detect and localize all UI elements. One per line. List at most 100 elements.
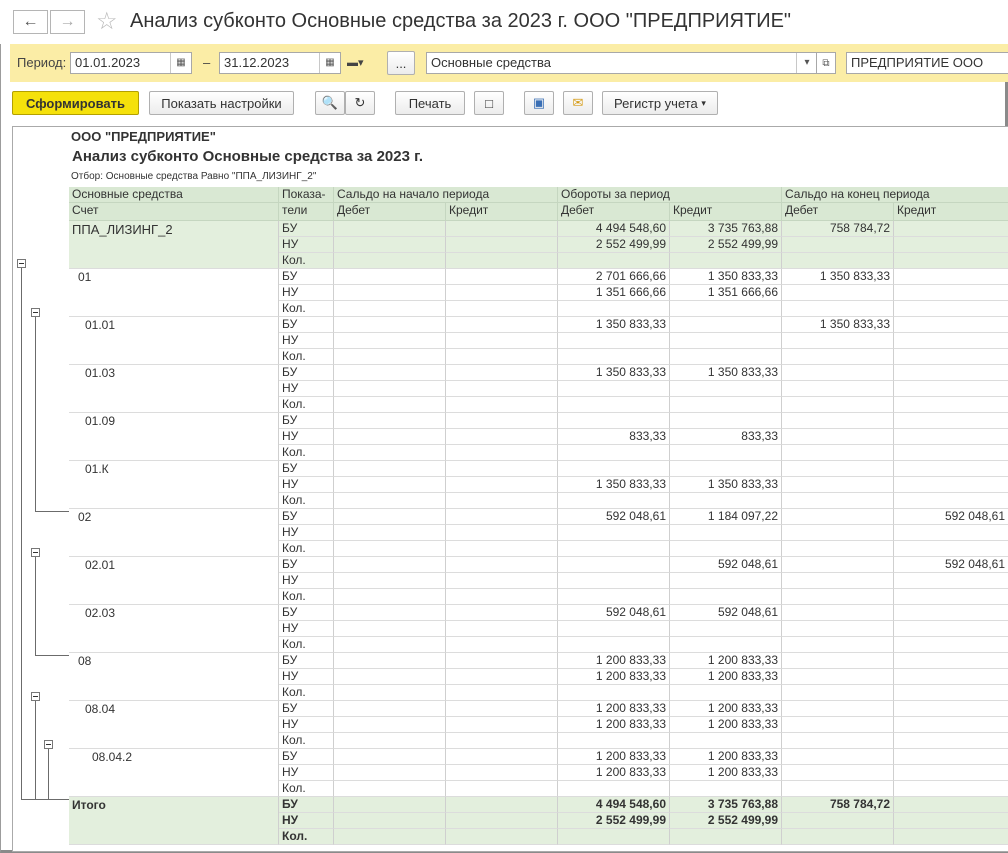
closing-debit-cell[interactable]: 758 784,72: [782, 221, 894, 237]
closing-debit-cell[interactable]: [782, 701, 894, 717]
opening-debit-cell[interactable]: [334, 781, 446, 797]
opening-credit-cell[interactable]: [446, 589, 558, 605]
email-button[interactable]: ✉: [563, 91, 593, 115]
collapse-toggle-icon[interactable]: [17, 259, 26, 268]
search-button[interactable]: 🔍: [315, 91, 345, 115]
turnover-credit-cell[interactable]: 1 350 833,33: [670, 269, 782, 285]
turnover-credit-cell[interactable]: [670, 733, 782, 749]
closing-debit-cell[interactable]: [782, 253, 894, 269]
turnover-credit-cell[interactable]: [670, 541, 782, 557]
closing-credit-cell[interactable]: [894, 621, 1008, 637]
indicator-cell[interactable]: НУ: [279, 717, 334, 733]
closing-debit-cell[interactable]: 1 350 833,33: [782, 269, 894, 285]
closing-debit-cell[interactable]: [782, 237, 894, 253]
closing-credit-cell[interactable]: [894, 461, 1008, 477]
indicator-cell[interactable]: Кол.: [279, 541, 334, 557]
period-select-button[interactable]: ...: [387, 51, 415, 75]
closing-debit-cell[interactable]: [782, 669, 894, 685]
indicator-cell[interactable]: Кол.: [279, 781, 334, 797]
turnover-debit-cell[interactable]: [558, 621, 670, 637]
indicator-cell[interactable]: НУ: [279, 525, 334, 541]
closing-debit-cell[interactable]: [782, 301, 894, 317]
indicator-cell[interactable]: Кол.: [279, 301, 334, 317]
opening-debit-cell[interactable]: [334, 589, 446, 605]
turnover-debit-cell[interactable]: [558, 685, 670, 701]
group-name[interactable]: ППА_ЛИЗИНГ_2: [69, 221, 279, 269]
turnover-debit-cell[interactable]: 1 200 833,33: [558, 701, 670, 717]
group-name[interactable]: 01.01: [69, 317, 279, 365]
closing-credit-cell[interactable]: [894, 445, 1008, 461]
turnover-debit-cell[interactable]: 1 200 833,33: [558, 717, 670, 733]
turnover-credit-cell[interactable]: [670, 573, 782, 589]
turnover-credit-cell[interactable]: 3 735 763,88: [670, 221, 782, 237]
closing-credit-cell[interactable]: 592 048,61: [894, 557, 1008, 573]
opening-debit-cell[interactable]: [334, 269, 446, 285]
opening-credit-cell[interactable]: [446, 365, 558, 381]
closing-debit-cell[interactable]: [782, 717, 894, 733]
closing-debit-cell[interactable]: [782, 397, 894, 413]
indicator-cell[interactable]: БУ: [279, 557, 334, 573]
turnover-debit-cell[interactable]: [558, 397, 670, 413]
turnover-credit-cell[interactable]: [670, 381, 782, 397]
generate-button[interactable]: Сформировать: [12, 91, 139, 115]
show-settings-button[interactable]: Показать настройки: [149, 91, 294, 115]
opening-debit-cell[interactable]: [334, 749, 446, 765]
turnover-credit-cell[interactable]: 3 735 763,88: [670, 797, 782, 813]
opening-credit-cell[interactable]: [446, 301, 558, 317]
turnover-credit-cell[interactable]: 1 200 833,33: [670, 717, 782, 733]
turnover-debit-cell[interactable]: 4 494 548,60: [558, 797, 670, 813]
report-spreadsheet[interactable]: ООО "ПРЕДПРИЯТИЕ" Анализ субконто Основн…: [12, 126, 1008, 852]
closing-debit-cell[interactable]: 1 350 833,33: [782, 317, 894, 333]
turnover-debit-cell[interactable]: [558, 349, 670, 365]
indicator-cell[interactable]: БУ: [279, 509, 334, 525]
opening-credit-cell[interactable]: [446, 253, 558, 269]
opening-credit-cell[interactable]: [446, 797, 558, 813]
preview-button[interactable]: □: [474, 91, 504, 115]
opening-debit-cell[interactable]: [334, 829, 446, 845]
closing-debit-cell[interactable]: [782, 653, 894, 669]
chevron-down-icon[interactable]: ▾: [796, 53, 817, 73]
turnover-debit-cell[interactable]: [558, 733, 670, 749]
period-to-input[interactable]: 31.12.2023 ▦: [219, 52, 341, 74]
opening-debit-cell[interactable]: [334, 765, 446, 781]
back-button[interactable]: ←: [13, 10, 48, 34]
opening-debit-cell[interactable]: [334, 557, 446, 573]
opening-debit-cell[interactable]: [334, 317, 446, 333]
indicator-cell[interactable]: НУ: [279, 237, 334, 253]
closing-credit-cell[interactable]: [894, 541, 1008, 557]
turnover-credit-cell[interactable]: 1 350 833,33: [670, 477, 782, 493]
period-from-input[interactable]: 01.01.2023 ▦: [70, 52, 192, 74]
turnover-credit-cell[interactable]: [670, 637, 782, 653]
opening-debit-cell[interactable]: [334, 525, 446, 541]
turnover-credit-cell[interactable]: 2 552 499,99: [670, 813, 782, 829]
opening-debit-cell[interactable]: [334, 685, 446, 701]
closing-debit-cell[interactable]: [782, 765, 894, 781]
turnover-debit-cell[interactable]: 1 200 833,33: [558, 669, 670, 685]
indicator-cell[interactable]: Кол.: [279, 685, 334, 701]
closing-debit-cell[interactable]: [782, 749, 894, 765]
opening-credit-cell[interactable]: [446, 749, 558, 765]
closing-debit-cell[interactable]: [782, 509, 894, 525]
period-variant-dropdown[interactable]: ▬▾: [347, 56, 377, 70]
turnover-credit-cell[interactable]: [670, 461, 782, 477]
opening-credit-cell[interactable]: [446, 829, 558, 845]
indicator-cell[interactable]: БУ: [279, 221, 334, 237]
closing-debit-cell[interactable]: [782, 813, 894, 829]
closing-credit-cell[interactable]: [894, 333, 1008, 349]
turnover-credit-cell[interactable]: [670, 301, 782, 317]
opening-credit-cell[interactable]: [446, 461, 558, 477]
closing-debit-cell[interactable]: [782, 413, 894, 429]
turnover-credit-cell[interactable]: [670, 397, 782, 413]
closing-credit-cell[interactable]: [894, 733, 1008, 749]
opening-credit-cell[interactable]: [446, 605, 558, 621]
group-name[interactable]: Итого: [69, 797, 279, 845]
closing-debit-cell[interactable]: [782, 781, 894, 797]
closing-credit-cell[interactable]: [894, 253, 1008, 269]
opening-credit-cell[interactable]: [446, 397, 558, 413]
opening-debit-cell[interactable]: [334, 301, 446, 317]
indicator-cell[interactable]: НУ: [279, 285, 334, 301]
closing-credit-cell[interactable]: [894, 221, 1008, 237]
indicator-cell[interactable]: НУ: [279, 573, 334, 589]
closing-debit-cell[interactable]: [782, 637, 894, 653]
closing-credit-cell[interactable]: [894, 605, 1008, 621]
